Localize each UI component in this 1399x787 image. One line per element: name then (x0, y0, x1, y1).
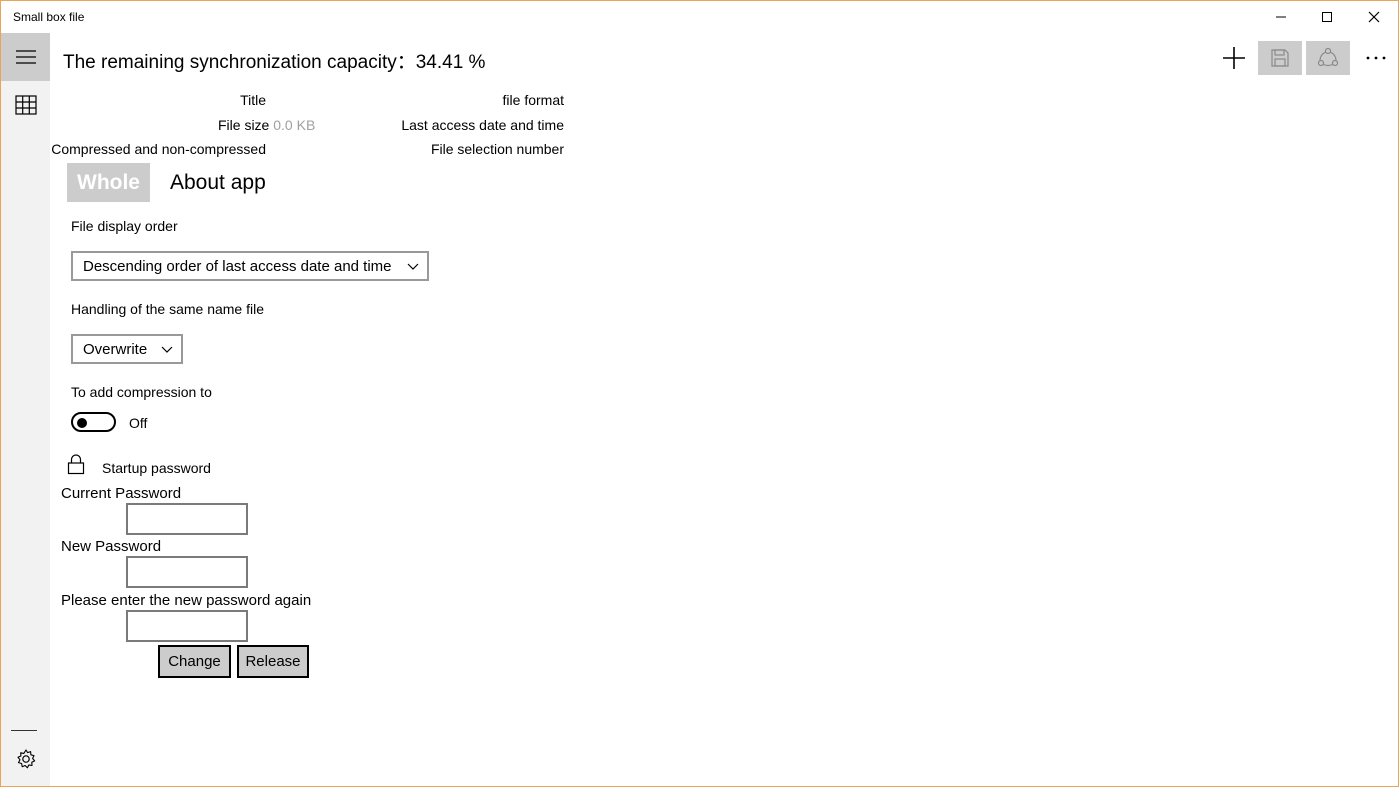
release-password-button[interactable]: Release (237, 645, 309, 678)
selection-number-label: File selection number (430, 141, 564, 157)
same-name-label: Handling of the same name file (71, 301, 264, 317)
save-button[interactable] (1258, 41, 1302, 75)
display-order-value: Descending order of last access date and… (83, 257, 392, 275)
close-icon (1368, 11, 1380, 23)
display-order-label: File display order (71, 218, 178, 234)
share-button[interactable] (1306, 41, 1350, 75)
same-name-value: Overwrite (83, 340, 148, 358)
chevron-down-icon (407, 263, 419, 270)
file-size-value: 0.0 KB (273, 117, 316, 133)
capacity-value: 34.41 % (415, 52, 486, 73)
grid-icon (14, 95, 37, 115)
more-button[interactable] (1354, 41, 1398, 75)
gear-icon (16, 749, 35, 769)
close-button[interactable] (1351, 1, 1397, 33)
new-password-input[interactable] (126, 556, 248, 588)
pivot-tab-about[interactable]: About app (170, 171, 266, 195)
file-format-label: file format (502, 92, 564, 108)
title-label: Title (240, 92, 266, 108)
compressed-label: Compressed and non-compressed (51, 141, 266, 157)
save-icon (1271, 49, 1289, 67)
same-name-select[interactable]: Overwrite (71, 334, 183, 364)
minimize-button[interactable] (1258, 1, 1304, 33)
current-password-input[interactable] (126, 503, 248, 535)
add-button[interactable] (1212, 41, 1256, 75)
chevron-down-icon (161, 346, 173, 353)
capacity-label: The remaining synchronization capacity： (63, 52, 416, 73)
sync-capacity: The remaining synchronization capacity：3… (63, 47, 485, 74)
toggle-knob (77, 418, 87, 428)
maximize-button[interactable] (1304, 1, 1350, 33)
title-bar: Small box file (1, 1, 1398, 33)
compression-toggle[interactable] (71, 412, 116, 432)
hamburger-icon (15, 50, 36, 64)
maximize-icon (1322, 12, 1332, 22)
last-access-label: Last access date and time (401, 117, 564, 133)
compression-label: To add compression to (71, 384, 212, 400)
confirm-password-label: Please enter the new password again (61, 592, 312, 609)
minimize-icon (1276, 16, 1286, 18)
new-password-label: New Password (61, 538, 162, 555)
startup-password-label: Startup password (102, 460, 211, 476)
pivot-tab-whole[interactable]: Whole (67, 163, 150, 202)
compression-state: Off (129, 415, 148, 431)
more-icon (1366, 56, 1386, 60)
hamburger-menu-button[interactable] (1, 33, 50, 81)
nav-rail (1, 33, 50, 786)
file-size-label: File size (218, 117, 270, 133)
app-window: Small box file The remaining synchroniza… (0, 0, 1399, 787)
change-password-button[interactable]: Change (158, 645, 231, 678)
window-title: Small box file (13, 10, 85, 24)
confirm-password-input[interactable] (126, 610, 248, 642)
share-icon (1317, 47, 1339, 67)
grid-view-button[interactable] (1, 81, 50, 129)
lock-icon (67, 454, 85, 475)
file-size-info: File size 0.0 KB (218, 117, 315, 133)
current-password-label: Current Password (61, 485, 182, 502)
rail-divider (11, 730, 37, 731)
settings-button[interactable] (1, 735, 50, 783)
display-order-select[interactable]: Descending order of last access date and… (71, 251, 429, 281)
add-icon (1223, 47, 1245, 69)
